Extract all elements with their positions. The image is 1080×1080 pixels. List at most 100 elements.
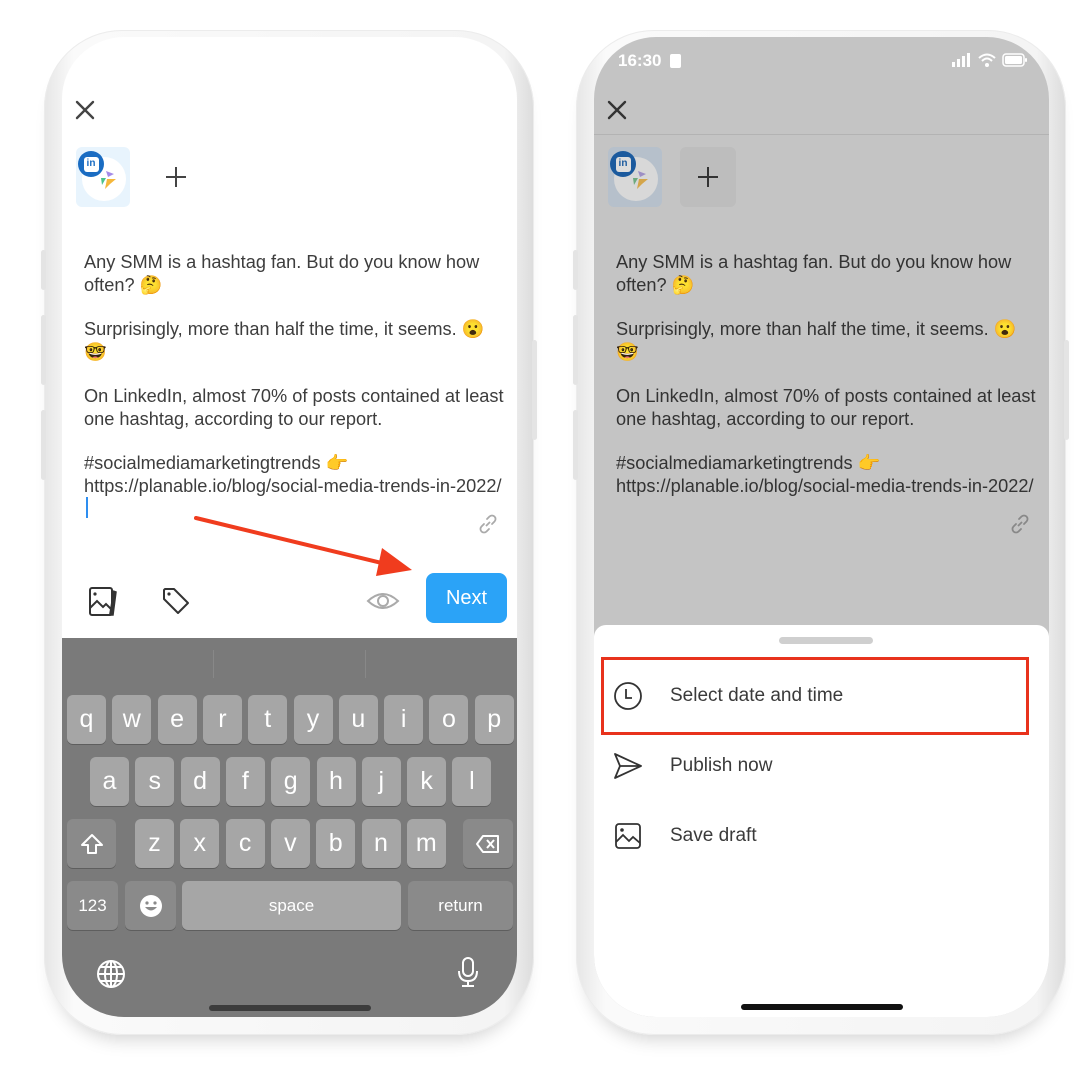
- post-paragraph: Any SMM is a hashtag fan. But do you kno…: [616, 252, 1012, 295]
- key-y[interactable]: y: [293, 695, 333, 744]
- battery-icon: [1002, 53, 1027, 67]
- power-button: [532, 340, 537, 440]
- account-row: in: [76, 147, 204, 207]
- phone-right: 16:30 in Any SMM is a hashtag fan. But d…: [573, 30, 1069, 1035]
- post-paragraph: Surprisingly, more than half the time, i…: [84, 319, 485, 362]
- shift-key[interactable]: [67, 819, 116, 868]
- annotation-arrow: [194, 516, 412, 576]
- key-w[interactable]: w: [112, 695, 152, 744]
- key-d[interactable]: d: [180, 757, 220, 806]
- key-l[interactable]: l: [452, 757, 492, 806]
- key-o[interactable]: o: [429, 695, 469, 744]
- predictive-bar: [62, 638, 517, 688]
- option-label: Publish now: [670, 755, 773, 776]
- add-account-button[interactable]: [680, 147, 736, 207]
- plus-icon: [698, 167, 718, 187]
- home-indicator: [741, 1004, 903, 1010]
- key-u[interactable]: u: [338, 695, 378, 744]
- eye-icon[interactable]: [365, 583, 401, 619]
- post-paragraph: On LinkedIn, almost 70% of posts contain…: [616, 386, 1036, 429]
- post-paragraph: Any SMM is a hashtag fan. But do you kno…: [84, 252, 480, 295]
- key-k[interactable]: k: [407, 757, 447, 806]
- publish-options-sheet: Select date and time Publish now Save dr…: [594, 625, 1049, 1017]
- emoji-icon: [139, 894, 162, 917]
- key-h[interactable]: h: [316, 757, 356, 806]
- publish-options-screen: 16:30 in Any SMM is a hashtag fan. But d…: [594, 37, 1049, 1017]
- post-paragraph: #socialmediamarketingtrends 👉 https://pl…: [84, 453, 502, 496]
- numbers-key[interactable]: 123: [67, 881, 118, 930]
- volume-up-button: [573, 315, 578, 385]
- close-icon: [75, 100, 95, 120]
- post-text-editor[interactable]: Any SMM is a hashtag fan. But do you kno…: [84, 251, 504, 542]
- key-a[interactable]: a: [90, 757, 129, 806]
- key-v[interactable]: v: [270, 819, 310, 868]
- post-text-preview: Any SMM is a hashtag fan. But do you kno…: [616, 251, 1036, 519]
- mute-switch: [41, 250, 46, 290]
- account-avatar[interactable]: in: [76, 147, 130, 207]
- close-button[interactable]: [606, 99, 628, 121]
- key-f[interactable]: f: [225, 757, 265, 806]
- volume-up-button: [41, 315, 46, 385]
- emoji-key[interactable]: [125, 881, 176, 930]
- close-button[interactable]: [74, 99, 96, 121]
- return-key[interactable]: return: [408, 881, 513, 930]
- key-m[interactable]: m: [406, 819, 446, 868]
- tag-icon[interactable]: [158, 583, 194, 619]
- sim-icon: [670, 54, 681, 68]
- account-avatar[interactable]: in: [608, 147, 662, 207]
- volume-down-button: [41, 410, 46, 480]
- plus-icon: [166, 167, 186, 187]
- key-g[interactable]: g: [271, 757, 311, 806]
- space-key[interactable]: space: [182, 881, 401, 930]
- post-paragraph: Surprisingly, more than half the time, i…: [616, 319, 1017, 362]
- ios-keyboard: q w e r t y u i o p a s d f g h j k l z x c v b n m 123 space return: [62, 638, 517, 1017]
- add-account-button[interactable]: [148, 147, 204, 207]
- link-icon: [1011, 514, 1029, 534]
- image-icon: [615, 823, 641, 849]
- post-paragraph: On LinkedIn, almost 70% of posts contain…: [84, 386, 504, 429]
- key-i[interactable]: i: [384, 695, 424, 744]
- wifi-icon: [978, 53, 996, 67]
- text-cursor: [86, 497, 88, 518]
- linkedin-badge-icon: in: [610, 151, 636, 177]
- publish-now-option[interactable]: Publish now: [594, 731, 1049, 801]
- send-icon: [614, 753, 642, 779]
- mute-switch: [573, 250, 578, 290]
- shift-icon: [80, 833, 103, 854]
- power-button: [1064, 340, 1069, 440]
- status-time: 16:30: [618, 51, 662, 70]
- key-c[interactable]: c: [225, 819, 265, 868]
- sheet-grabber[interactable]: [779, 637, 873, 644]
- globe-icon[interactable]: [95, 958, 127, 990]
- annotation-highlight-box: [601, 657, 1029, 735]
- link-icon[interactable]: [475, 511, 501, 537]
- key-n[interactable]: n: [361, 819, 401, 868]
- key-j[interactable]: j: [361, 757, 401, 806]
- linkedin-badge-icon: in: [78, 151, 104, 177]
- backspace-icon: [476, 834, 499, 853]
- key-r[interactable]: r: [202, 695, 242, 744]
- image-gallery-icon[interactable]: [84, 583, 120, 619]
- volume-down-button: [573, 410, 578, 480]
- compose-toolbar: Next: [62, 573, 517, 629]
- post-paragraph: #socialmediamarketingtrends 👉 https://pl…: [616, 453, 1034, 496]
- microphone-icon[interactable]: [452, 956, 484, 988]
- header-divider: [594, 134, 1049, 135]
- key-x[interactable]: x: [180, 819, 220, 868]
- key-z[interactable]: z: [135, 819, 174, 868]
- signal-icon: [952, 53, 970, 67]
- account-row: in: [608, 147, 736, 207]
- next-button[interactable]: Next: [426, 573, 507, 623]
- key-b[interactable]: b: [316, 819, 356, 868]
- key-e[interactable]: e: [157, 695, 197, 744]
- key-q[interactable]: q: [67, 695, 106, 744]
- close-icon: [607, 100, 627, 120]
- option-label: Save draft: [670, 825, 757, 846]
- key-t[interactable]: t: [248, 695, 288, 744]
- save-draft-option[interactable]: Save draft: [594, 801, 1049, 871]
- key-p[interactable]: p: [474, 695, 514, 744]
- backspace-key[interactable]: [463, 819, 513, 868]
- status-bar: 16:30: [618, 51, 1028, 71]
- key-s[interactable]: s: [135, 757, 175, 806]
- home-indicator: [209, 1005, 371, 1011]
